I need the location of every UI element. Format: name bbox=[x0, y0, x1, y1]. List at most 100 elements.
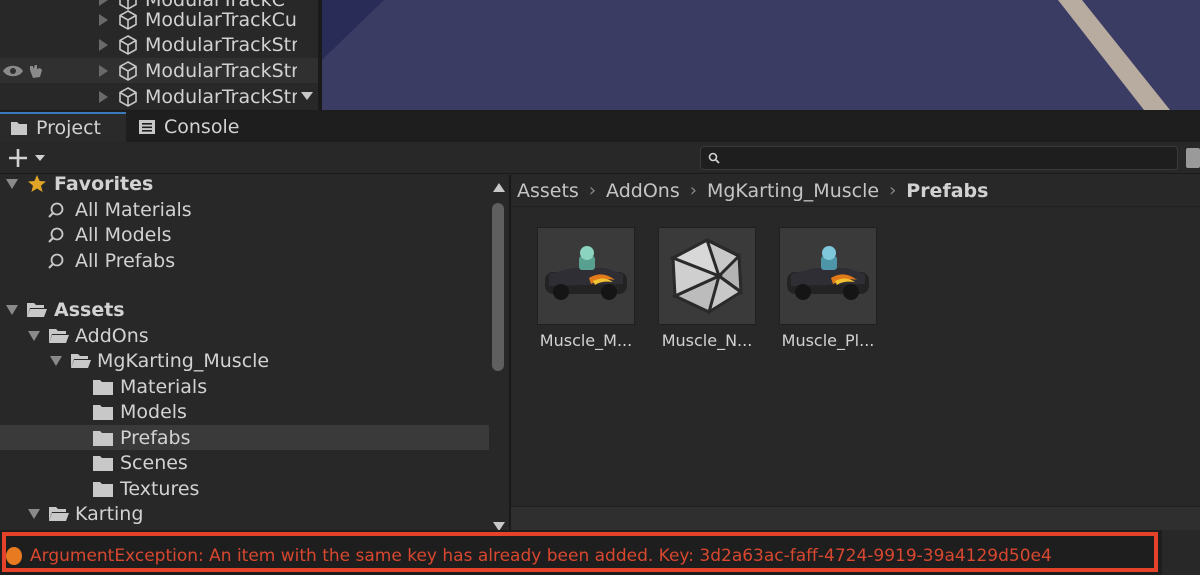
breadcrumb-separator-icon: › bbox=[889, 180, 897, 201]
tree-item-label: All Models bbox=[75, 223, 172, 246]
folder-icon bbox=[93, 481, 113, 497]
collapse-arrow-icon[interactable] bbox=[28, 508, 40, 519]
tree-item-addons[interactable]: AddOns bbox=[0, 323, 489, 348]
scroll-up-arrow-icon[interactable] bbox=[493, 183, 505, 192]
status-bar[interactable]: ArgumentException: An item with the same… bbox=[0, 530, 1200, 575]
kart-prefab-icon bbox=[787, 246, 869, 300]
error-icon bbox=[6, 547, 22, 565]
asset-thumbnail bbox=[779, 227, 877, 325]
hierarchy-row[interactable]: ModularTrackStr bbox=[0, 84, 318, 109]
tab-console[interactable]: Console bbox=[128, 112, 258, 142]
search-icon bbox=[708, 152, 720, 164]
kart-prefab-icon bbox=[545, 246, 627, 300]
tree-item-prefabs[interactable]: Prefabs bbox=[0, 425, 489, 450]
tree-item-textures[interactable]: Textures bbox=[0, 476, 489, 501]
search-icon bbox=[48, 202, 64, 218]
console-icon bbox=[139, 120, 155, 134]
asset-thumbnail bbox=[658, 227, 756, 325]
expand-arrow-icon[interactable] bbox=[99, 13, 108, 26]
breadcrumb-separator-icon: › bbox=[689, 180, 697, 201]
scene-track-line bbox=[1058, 0, 1170, 110]
error-message[interactable]: ArgumentException: An item with the same… bbox=[30, 546, 1052, 566]
gameobject-cube-icon bbox=[119, 34, 137, 55]
tree-item-favorites[interactable]: Favorites bbox=[0, 175, 489, 196]
status-bar-right bbox=[1162, 530, 1200, 575]
asset-tile[interactable]: Muscle_M... bbox=[537, 227, 635, 350]
folder-icon bbox=[93, 379, 113, 395]
hierarchy-item-label: ModularTrackStr bbox=[145, 85, 297, 108]
project-toolbar bbox=[0, 142, 1200, 174]
tree-item-label: All Materials bbox=[75, 198, 192, 221]
tree-item-label: Karting bbox=[75, 502, 144, 525]
scrollbar-thumb[interactable] bbox=[492, 203, 504, 371]
breadcrumb-current[interactable]: Prefabs bbox=[906, 180, 988, 202]
hierarchy-item-label: ModularTrackCu bbox=[145, 8, 297, 31]
star-icon bbox=[28, 175, 46, 192]
asset-browser: Assets › AddOns › MgKarting_Muscle › Pre… bbox=[511, 175, 1200, 530]
search-icon bbox=[48, 253, 64, 269]
expand-arrow-icon[interactable] bbox=[99, 64, 108, 77]
search-input[interactable] bbox=[700, 146, 1178, 170]
hierarchy-item-label: ModularTrackStr bbox=[145, 59, 297, 82]
tab-project-label: Project bbox=[36, 117, 102, 139]
asset-label: Muscle_N... bbox=[661, 331, 753, 350]
tree-item-label: Materials bbox=[120, 375, 208, 398]
tree-item-label: Models bbox=[120, 400, 187, 423]
hierarchy-row[interactable]: ModularTrackStr bbox=[0, 58, 318, 83]
folder-icon bbox=[93, 404, 113, 420]
folder-icon bbox=[11, 122, 27, 135]
tree-item-favorite[interactable]: All Prefabs bbox=[0, 248, 489, 273]
tree-item-label: Textures bbox=[120, 477, 200, 500]
open-folder-icon bbox=[27, 302, 47, 317]
tree-item-scenes[interactable]: Scenes bbox=[0, 450, 489, 475]
editor-top-area: ModularTrackC ModularTrackCu ModularTrac… bbox=[0, 0, 1200, 112]
open-folder-icon bbox=[49, 506, 69, 521]
hierarchy-panel: ModularTrackC ModularTrackCu ModularTrac… bbox=[0, 0, 318, 110]
tree-item-label: Assets bbox=[54, 298, 125, 321]
expand-arrow-icon[interactable] bbox=[99, 90, 108, 103]
toolbar-overflow-button[interactable] bbox=[1186, 148, 1200, 168]
breadcrumb-item[interactable]: MgKarting_Muscle bbox=[707, 180, 879, 202]
gameobject-cube-icon bbox=[119, 86, 137, 107]
visibility-eye-icon[interactable] bbox=[2, 64, 24, 78]
scene-dark-shape bbox=[322, 0, 384, 60]
breadcrumb-item[interactable]: Assets bbox=[517, 180, 579, 202]
tree-item-favorite[interactable]: All Models bbox=[0, 222, 489, 247]
tab-project[interactable]: Project bbox=[0, 112, 126, 142]
hierarchy-scroll-down-icon[interactable] bbox=[301, 92, 313, 100]
tree-item-materials[interactable]: Materials bbox=[0, 374, 489, 399]
expand-arrow-icon[interactable] bbox=[99, 0, 108, 6]
mesh-icosahedron-icon bbox=[669, 237, 743, 315]
folder-icon bbox=[93, 430, 113, 446]
breadcrumb-separator-icon: › bbox=[588, 180, 597, 201]
asset-tile[interactable]: Muscle_Pl... bbox=[779, 227, 877, 350]
tree-item-models[interactable]: Models bbox=[0, 399, 489, 424]
asset-tile[interactable]: Muscle_N... bbox=[658, 227, 756, 350]
tree-item-mgkarting-muscle[interactable]: MgKarting_Muscle bbox=[0, 348, 489, 373]
hierarchy-item-label: ModularTrackStr bbox=[145, 33, 297, 56]
tree-item-label: Scenes bbox=[120, 451, 188, 474]
create-add-button[interactable] bbox=[8, 146, 48, 170]
pickability-hand-icon[interactable] bbox=[27, 62, 45, 80]
tree-item-favorite[interactable]: All Materials bbox=[0, 197, 489, 222]
asset-label: Muscle_M... bbox=[539, 331, 633, 350]
breadcrumb-item[interactable]: AddOns bbox=[606, 180, 680, 202]
collapse-arrow-icon[interactable] bbox=[6, 178, 18, 189]
tree-item-assets[interactable]: Assets bbox=[0, 297, 489, 322]
collapse-arrow-icon[interactable] bbox=[6, 304, 18, 315]
tree-item-label: MgKarting_Muscle bbox=[97, 349, 270, 372]
collapse-arrow-icon[interactable] bbox=[50, 355, 62, 366]
tree-item-label: All Prefabs bbox=[75, 249, 176, 272]
scene-geometry bbox=[322, 0, 1170, 110]
asset-thumbnail bbox=[537, 227, 635, 325]
expand-arrow-icon[interactable] bbox=[99, 38, 108, 51]
tree-item-karting[interactable]: Karting bbox=[0, 501, 489, 526]
scene-view[interactable] bbox=[322, 0, 1200, 110]
hierarchy-row[interactable]: ModularTrackStr bbox=[0, 32, 318, 57]
collapse-arrow-icon[interactable] bbox=[28, 330, 40, 341]
open-folder-icon bbox=[49, 328, 69, 343]
open-folder-icon bbox=[71, 353, 91, 368]
tree-scrollbar[interactable] bbox=[489, 175, 509, 531]
hierarchy-row[interactable]: ModularTrackCu bbox=[0, 7, 318, 32]
breadcrumb: Assets › AddOns › MgKarting_Muscle › Pre… bbox=[511, 175, 1200, 207]
